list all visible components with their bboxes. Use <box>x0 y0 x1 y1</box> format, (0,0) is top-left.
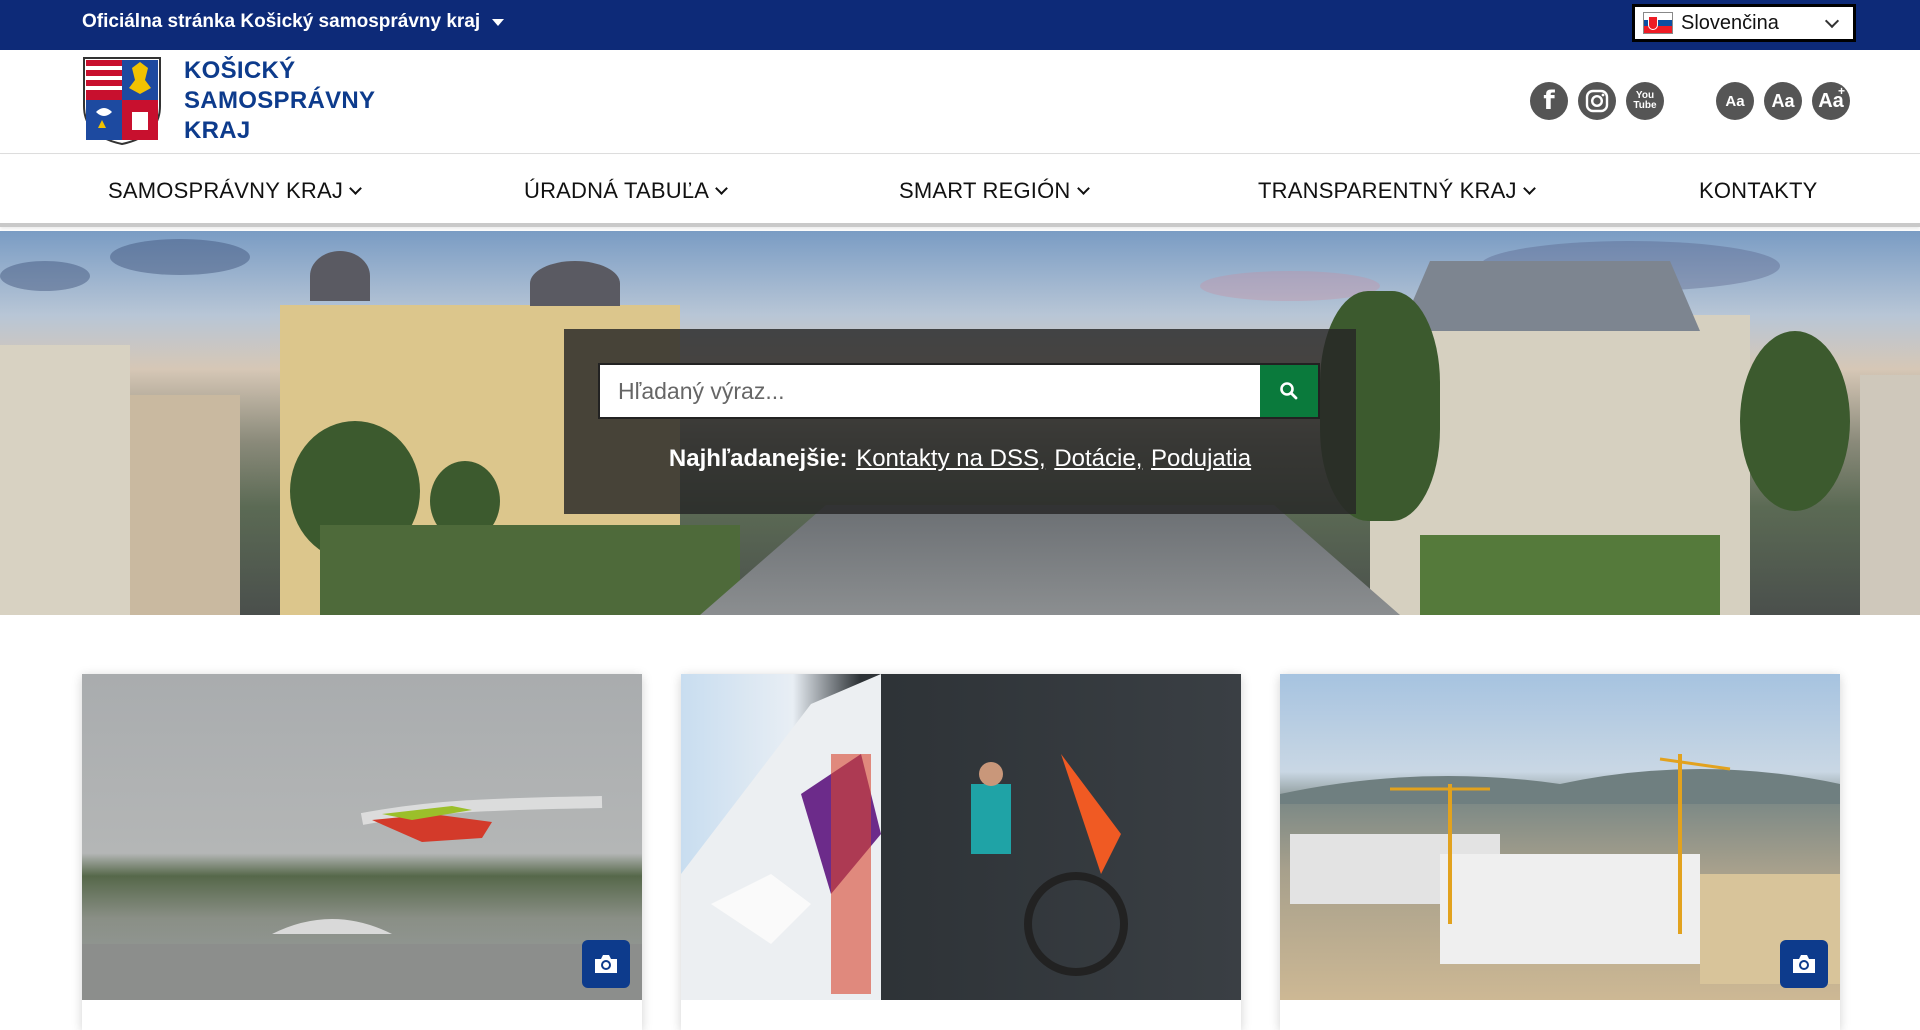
search-panel: Najhľadanejšie: Kontakty na DSS, Dotácie… <box>564 329 1356 514</box>
camera-icon[interactable] <box>582 940 630 988</box>
nav-label: SMART REGIÓN <box>899 178 1071 203</box>
popular-link-dotacie[interactable]: Dotácie, <box>1054 445 1142 472</box>
social-links: f You Tube <box>1530 82 1668 120</box>
hero-banner: Najhľadanejšie: Kontakty na DSS, Dotácie… <box>0 231 1920 615</box>
facebook-icon[interactable]: f <box>1530 82 1568 120</box>
popular-label: Najhľadanejšie: <box>668 445 848 472</box>
slovak-flag-icon <box>1643 12 1673 34</box>
popular-searches: Najhľadanejšie: Kontakty na DSS, Dotácie… <box>564 445 1356 473</box>
nav-label: KONTAKTY <box>1699 178 1818 203</box>
logo-line-1: KOŠICKÝ <box>184 57 296 84</box>
nav-item-samospravny-kraj[interactable]: SAMOSPRÁVNY KRAJ <box>108 155 362 227</box>
plus-icon: + <box>1837 84 1845 98</box>
nav-label: ÚRADNÁ TABUĽA <box>524 178 710 203</box>
site-header: KOŠICKÝ SAMOSPRÁVNY KRAJ f You Tube Aa A… <box>0 50 1920 154</box>
news-card-1[interactable] <box>82 674 642 1030</box>
logo-line-2: SAMOSPRÁVNY <box>184 87 376 114</box>
top-bar: Oficiálna stránka Košický samosprávny kr… <box>0 0 1920 50</box>
card-image-airshow <box>82 674 642 1000</box>
language-select[interactable]: Slovenčina <box>1632 4 1856 42</box>
camera-icon[interactable] <box>1780 940 1828 988</box>
logo-line-3: KRAJ <box>184 117 251 144</box>
caret-down-icon <box>492 18 505 26</box>
font-increase-icon[interactable]: Aa + <box>1812 82 1850 120</box>
font-decrease-icon[interactable]: Aa <box>1716 82 1754 120</box>
chevron-down-icon <box>349 181 362 195</box>
official-site-toggle[interactable]: Oficiálna stránka Košický samosprávny kr… <box>82 0 505 44</box>
popular-link-podujatia[interactable]: Podujatia <box>1151 445 1251 472</box>
chevron-down-icon <box>1076 181 1090 195</box>
search-button[interactable] <box>1260 365 1318 417</box>
search-input[interactable] <box>600 365 1260 417</box>
official-site-label: Oficiálna stránka Košický samosprávny kr… <box>82 11 481 32</box>
youtube-glyph: You Tube <box>1633 90 1657 111</box>
news-card-3[interactable] <box>1280 674 1840 1030</box>
coat-of-arms-icon <box>83 57 161 146</box>
search-icon <box>1280 382 1298 400</box>
instagram-icon[interactable] <box>1578 82 1616 120</box>
nav-item-kontakty[interactable]: KONTAKTY <box>1699 155 1818 227</box>
card-image-construction <box>1280 674 1840 1000</box>
chevron-down-icon <box>1522 181 1536 195</box>
font-size-controls: Aa Aa Aa + <box>1716 82 1854 120</box>
chevron-down-icon <box>1824 13 1840 28</box>
site-logo-link[interactable]: KOŠICKÝ SAMOSPRÁVNY KRAJ <box>82 56 375 146</box>
youtube-icon[interactable]: You Tube <box>1626 82 1664 120</box>
popular-link-dss[interactable]: Kontakty na DSS, <box>856 445 1045 472</box>
nav-item-transparentny-kraj[interactable]: TRANSPARENTNÝ KRAJ <box>1258 155 1536 227</box>
search-form <box>598 363 1320 419</box>
chevron-down-icon <box>715 181 729 195</box>
card-image-bus-bicycles <box>681 674 1241 1000</box>
news-card-2[interactable] <box>681 674 1241 1030</box>
main-navigation: SAMOSPRÁVNY KRAJ ÚRADNÁ TABUĽA SMART REG… <box>0 155 1920 227</box>
nav-item-uradna-tabula[interactable]: ÚRADNÁ TABUĽA <box>524 155 729 227</box>
language-label: Slovenčina <box>1681 11 1779 34</box>
nav-label: TRANSPARENTNÝ KRAJ <box>1258 178 1517 203</box>
font-reset-icon[interactable]: Aa <box>1764 82 1802 120</box>
logo-text: KOŠICKÝ SAMOSPRÁVNY KRAJ <box>184 56 375 146</box>
nav-label: SAMOSPRÁVNY KRAJ <box>108 178 344 203</box>
nav-item-smart-region[interactable]: SMART REGIÓN <box>899 155 1090 227</box>
